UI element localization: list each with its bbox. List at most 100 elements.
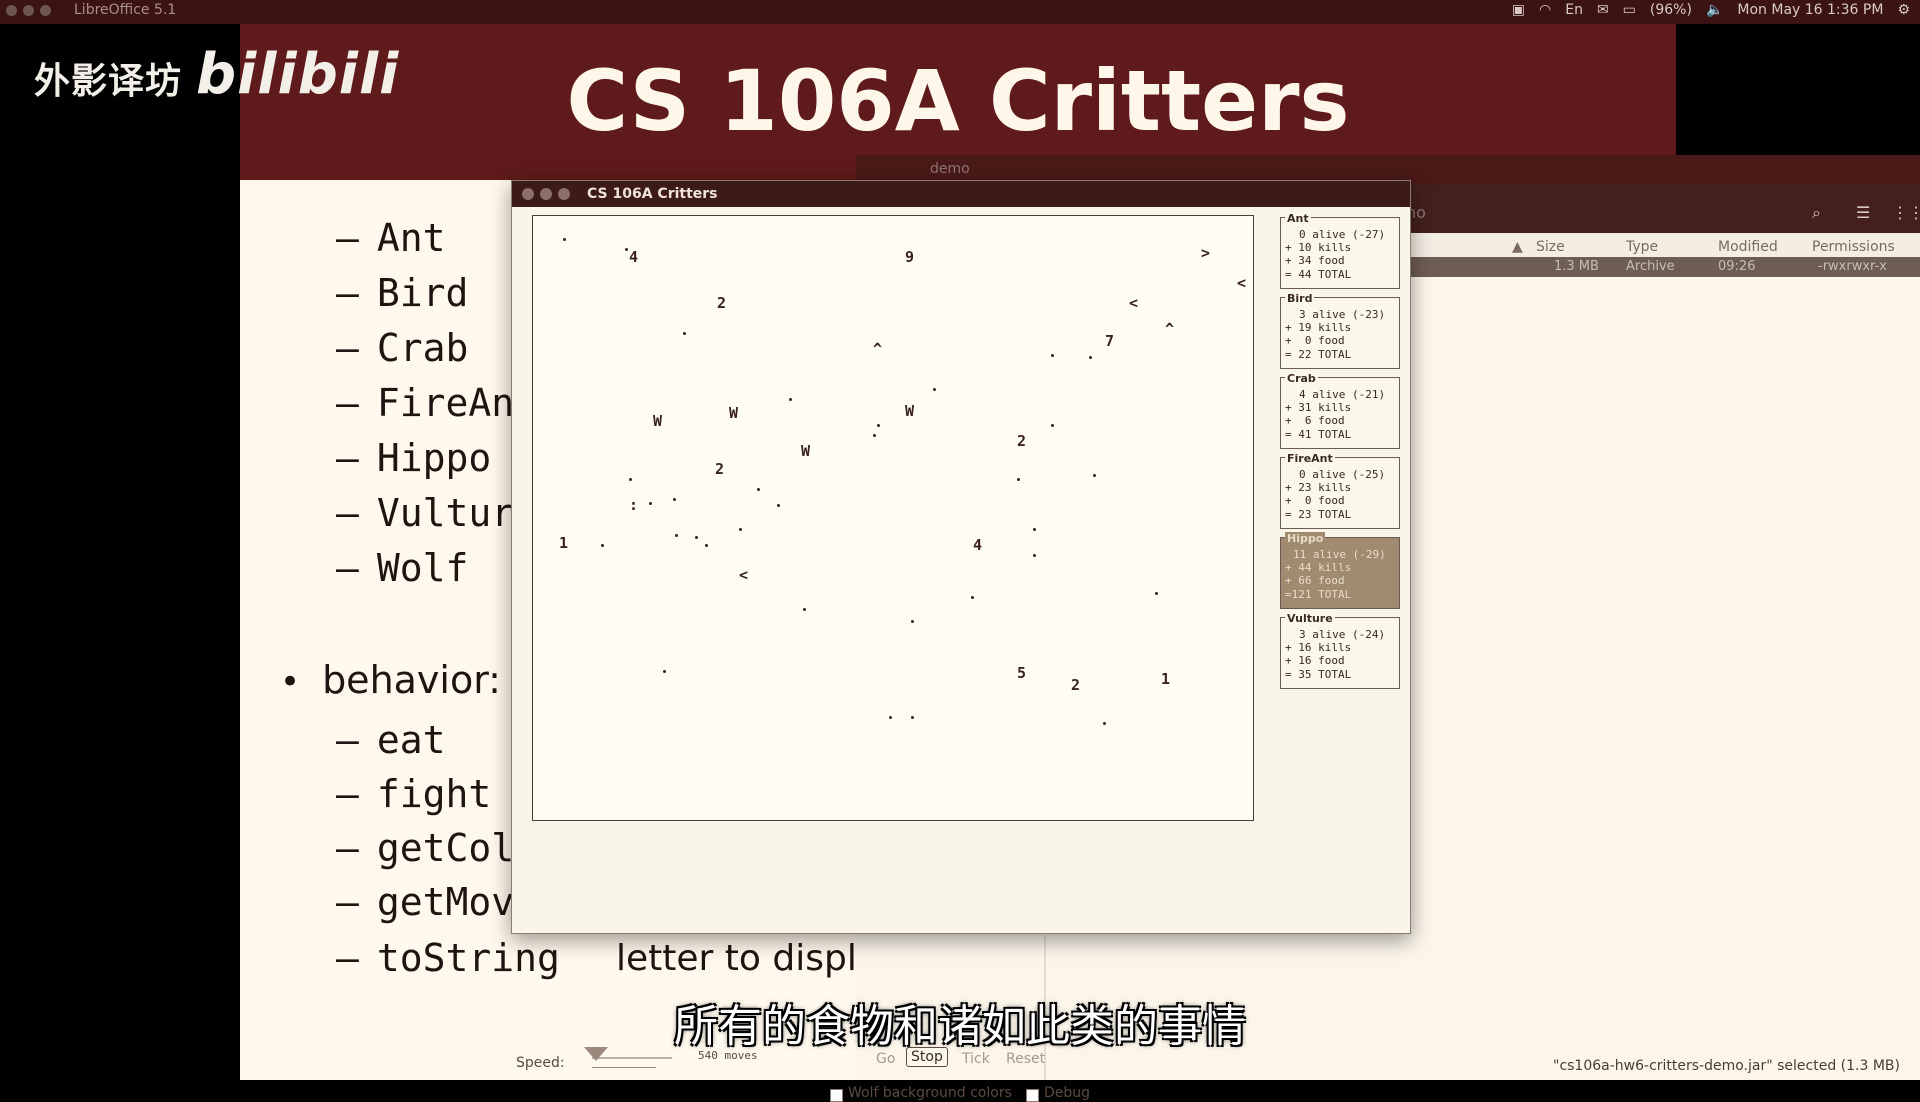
stat-food: + 6 food xyxy=(1285,414,1345,427)
stat-name: Bird xyxy=(1285,292,1315,305)
list-view-icon[interactable]: ☰ xyxy=(1856,203,1870,222)
food-dot xyxy=(1033,528,1036,531)
food-dot xyxy=(971,596,974,599)
critter-glyph: 2 xyxy=(715,460,725,478)
food-dot xyxy=(1033,554,1036,557)
stat-total: = 35 TOTAL xyxy=(1285,668,1352,681)
column-type[interactable]: Type xyxy=(1626,239,1658,255)
food-dot xyxy=(1155,592,1158,595)
critter-glyph: 4 xyxy=(629,248,639,266)
keyboard-layout-indicator[interactable]: En xyxy=(1565,2,1583,18)
clock[interactable]: Mon May 16 1:36 PM xyxy=(1737,2,1883,18)
stat-alive: 0 alive (-27) xyxy=(1299,228,1386,241)
stat-food: + 16 food xyxy=(1285,654,1345,667)
close-icon[interactable] xyxy=(522,188,534,200)
critter-glyph: : xyxy=(629,496,639,514)
watermark: 外影译坊 bilibili xyxy=(34,42,399,107)
grid-view-icon[interactable]: ⋮⋮ xyxy=(1892,203,1920,222)
critter-list-item: – Bird xyxy=(336,271,469,315)
critter-glyph: < xyxy=(739,566,749,584)
file-type: Archive xyxy=(1626,259,1675,274)
stat-food: + 0 food xyxy=(1285,494,1345,507)
watermark-text: 外影译坊 xyxy=(34,61,183,102)
stats-panel: Ant 0 alive (-27) + 10 kills + 34 food =… xyxy=(1280,212,1402,697)
stat-box-hippo: Hippo 11 alive (-29) + 44 kills + 66 foo… xyxy=(1280,532,1400,609)
food-dot xyxy=(757,488,760,491)
file-manager-status: "cs106a-hw6-critters-demo.jar" selected … xyxy=(1553,1058,1900,1074)
settings-gear-icon[interactable]: ⚙ xyxy=(1897,2,1910,18)
volume-icon[interactable]: 🔈 xyxy=(1706,2,1723,18)
stat-food: + 66 food xyxy=(1285,574,1345,587)
simulation-controls: Speed: 540 moves Go Stop Tick Reset Wolf… xyxy=(512,845,1410,1102)
battery-icon[interactable]: ▭ xyxy=(1623,2,1636,18)
stat-kills: + 44 kills xyxy=(1285,561,1352,574)
food-dot xyxy=(705,544,708,547)
food-dot xyxy=(873,434,876,437)
critter-glyph: W xyxy=(801,442,811,460)
sort-arrow-icon[interactable]: ▲ xyxy=(1512,239,1523,255)
stat-box-ant: Ant 0 alive (-27) + 10 kills + 34 food =… xyxy=(1280,212,1400,289)
critter-glyph: 4 xyxy=(973,536,983,554)
wifi-icon[interactable]: ◠ xyxy=(1539,2,1551,18)
critter-list-item: – Vultur xyxy=(336,491,515,535)
food-dot xyxy=(601,544,604,547)
stat-name: FireAnt xyxy=(1285,452,1335,465)
food-dot xyxy=(1093,474,1096,477)
critters-titlebar: CS 106A Critters xyxy=(512,181,1410,207)
file-size: 1.3 MB xyxy=(1554,259,1599,274)
food-dot xyxy=(933,388,936,391)
critter-list-item: – Ant xyxy=(336,216,446,260)
stat-total: = 23 TOTAL xyxy=(1285,508,1352,521)
food-dot xyxy=(673,498,676,501)
food-dot xyxy=(1017,478,1020,481)
food-dot xyxy=(777,504,780,507)
stat-box-crab: Crab 4 alive (-21) + 31 kills + 6 food =… xyxy=(1280,372,1400,449)
column-permissions[interactable]: Permissions xyxy=(1812,239,1895,255)
mail-icon[interactable]: ✉ xyxy=(1597,2,1609,18)
critter-glyph: 1 xyxy=(559,534,569,552)
stat-box-bird: Bird 3 alive (-23) + 19 kills + 0 food =… xyxy=(1280,292,1400,369)
food-dot xyxy=(625,248,628,251)
wolf-bg-checkbox[interactable] xyxy=(830,1089,843,1102)
minimize-icon[interactable] xyxy=(540,188,552,200)
column-size[interactable]: Size xyxy=(1536,239,1565,255)
stat-total: = 22 TOTAL xyxy=(1285,348,1352,361)
food-dot xyxy=(683,332,686,335)
slide-title: CS 106A Critters xyxy=(566,52,1350,150)
stat-food: + 34 food xyxy=(1285,254,1345,267)
stat-name: Hippo xyxy=(1285,532,1326,545)
minimize-window-icon[interactable] xyxy=(23,5,34,16)
critter-glyph: 2 xyxy=(1017,432,1027,450)
stat-total: = 44 TOTAL xyxy=(1285,268,1352,281)
critter-list-item: – FireAn xyxy=(336,381,515,425)
stat-kills: + 31 kills xyxy=(1285,401,1352,414)
food-dot xyxy=(675,534,678,537)
critter-glyph: > xyxy=(1201,244,1211,262)
method-description: letter to displa xyxy=(616,938,879,979)
critter-glyph: 2 xyxy=(717,294,727,312)
column-modified[interactable]: Modified xyxy=(1718,239,1778,255)
food-dot xyxy=(563,238,566,241)
food-dot xyxy=(649,502,652,505)
debug-checkbox[interactable] xyxy=(1026,1089,1039,1102)
stat-name: Ant xyxy=(1285,212,1311,225)
bilibili-logo: bilibili xyxy=(196,42,400,107)
maximize-icon[interactable] xyxy=(558,188,570,200)
critter-glyph: W xyxy=(729,404,739,422)
critter-glyph: W xyxy=(905,402,915,420)
debug-label: Debug xyxy=(1044,1085,1091,1101)
wolf-bg-label: Wolf background colors xyxy=(848,1085,1012,1101)
camera-icon[interactable]: ▣ xyxy=(1512,2,1525,18)
food-dot xyxy=(889,716,892,719)
stat-total: = 41 TOTAL xyxy=(1285,428,1352,441)
close-window-icon[interactable] xyxy=(6,5,17,16)
food-dot xyxy=(663,670,666,673)
file-manager-title: demo xyxy=(930,161,970,177)
maximize-window-icon[interactable] xyxy=(40,5,51,16)
critter-glyph: 1 xyxy=(1161,670,1171,688)
food-dot xyxy=(1051,354,1054,357)
critters-window: CS 106A Critters 4 9 >2 < ^ 7 ^ W W W 2 W 2:1 4 <5 2 1 < … xyxy=(511,180,1411,1102)
search-icon[interactable]: ⌕ xyxy=(1812,203,1821,223)
file-permissions: -rwxrwxr-x xyxy=(1818,259,1887,274)
stat-box-fireant: FireAnt 0 alive (-25) + 23 kills + 0 foo… xyxy=(1280,452,1400,529)
